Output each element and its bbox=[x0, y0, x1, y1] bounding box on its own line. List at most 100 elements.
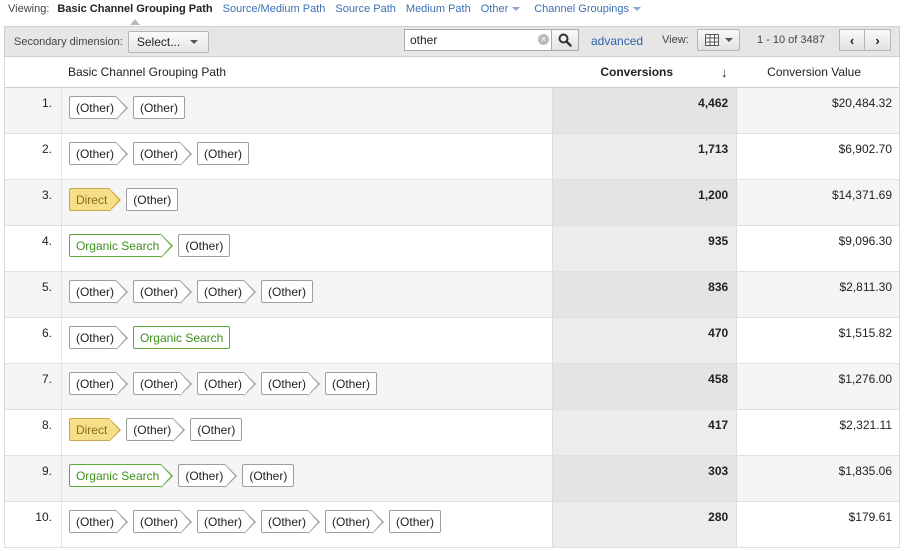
path-step-chip: (Other) bbox=[126, 418, 186, 442]
path-step-chip: (Other) bbox=[132, 372, 193, 396]
row-index: 8. bbox=[5, 410, 62, 455]
path-step-chip: Organic Search bbox=[68, 464, 174, 488]
path-step-chip: (Other) bbox=[261, 510, 321, 534]
path-step-chip: (Other) bbox=[325, 510, 385, 534]
conversion-path: (Other) (Other) (Other) (Other) (Other) bbox=[62, 364, 552, 409]
pagination: ‹ › bbox=[839, 29, 891, 51]
select-label: Select... bbox=[136, 34, 181, 49]
path-step-chip: (Other) bbox=[196, 280, 257, 304]
table-row: 9. Organic Search (Other) (Other) 303 $1,835.… bbox=[5, 456, 899, 502]
tab-label: Other bbox=[480, 3, 509, 15]
viewing-bar: Viewing: Basic Channel Grouping Path Sou… bbox=[0, 0, 904, 26]
conversion-value-cell: $9,096.30 bbox=[838, 234, 892, 248]
path-step-chip: (Other) bbox=[68, 372, 128, 396]
path-step-chip: (Other) bbox=[132, 510, 193, 534]
conversion-path: Direct (Other) bbox=[62, 180, 552, 225]
conversions-cell: 1,713 bbox=[552, 134, 738, 179]
table-header: Basic Channel Grouping Path Conversions … bbox=[5, 57, 899, 88]
pagination-range: 1 - 10 of 3487 bbox=[757, 34, 825, 46]
secondary-dimension-select[interactable]: Select... bbox=[127, 30, 209, 53]
tab-label: Medium Path bbox=[405, 3, 471, 15]
conversion-path: Organic Search (Other) (Other) bbox=[62, 456, 552, 501]
conversions-cell: 417 bbox=[552, 410, 738, 455]
table-row: 6. (Other) Organic Search 470 $1,515.82 bbox=[5, 318, 899, 364]
path-step-chip: (Other) bbox=[132, 280, 193, 304]
conversion-path: (Other) (Other) bbox=[62, 88, 552, 133]
row-index: 6. bbox=[5, 318, 62, 363]
path-step-chip: Direct bbox=[68, 418, 122, 442]
conversions-cell: 280 bbox=[552, 502, 738, 547]
tab-source-path[interactable]: Source Path bbox=[335, 2, 396, 15]
path-step-chip: (Other) bbox=[242, 464, 295, 487]
conversion-value-cell: $14,371.69 bbox=[831, 188, 892, 202]
view-mode-select[interactable] bbox=[697, 29, 740, 51]
tab-source-medium-path[interactable]: Source/Medium Path bbox=[223, 2, 326, 15]
tab-label: Basic Channel Grouping Path bbox=[57, 3, 213, 15]
path-step-chip: (Other) bbox=[68, 510, 128, 534]
table-body: 1. (Other) (Other) 4,462 $20,484.32 2. (Other)… bbox=[5, 88, 899, 548]
chevron-down-icon bbox=[724, 38, 733, 42]
chevron-down-icon bbox=[633, 7, 642, 11]
conversions-cell: 935 bbox=[552, 226, 738, 271]
header-conversions-label: Conversions bbox=[600, 65, 674, 79]
path-step-chip: (Other) bbox=[196, 372, 257, 396]
conversion-path: (Other) (Other) (Other) (Other) bbox=[62, 272, 552, 317]
tab-label: Source/Medium Path bbox=[222, 3, 326, 15]
row-index: 1. bbox=[5, 88, 62, 133]
advanced-filter-link[interactable]: advanced bbox=[591, 34, 643, 48]
path-step-chip: (Other) bbox=[126, 188, 179, 211]
conversion-value-cell: $1,276.00 bbox=[838, 372, 892, 386]
conversion-value-cell: $2,811.30 bbox=[839, 280, 893, 294]
header-conversions[interactable]: Conversions ↓ bbox=[552, 65, 737, 80]
path-step-chip: (Other) bbox=[196, 142, 249, 165]
conversion-path: Organic Search (Other) bbox=[62, 226, 552, 271]
table-toolbar: Secondary dimension: Select... × advance… bbox=[4, 26, 900, 57]
row-index: 3. bbox=[5, 180, 62, 225]
row-index: 7. bbox=[5, 364, 62, 409]
path-step-chip: Organic Search bbox=[132, 326, 231, 349]
path-step-chip: (Other) bbox=[190, 418, 243, 441]
conversions-cell: 4,462 bbox=[552, 88, 738, 133]
tab-label: Source Path bbox=[335, 3, 396, 15]
tab-medium-path[interactable]: Medium Path bbox=[406, 2, 471, 15]
tab-other-dropdown[interactable]: Other bbox=[481, 2, 521, 15]
header-conversion-value[interactable]: Conversion Value bbox=[737, 65, 899, 79]
header-path[interactable]: Basic Channel Grouping Path bbox=[62, 65, 552, 79]
next-page-button[interactable]: › bbox=[865, 29, 891, 51]
search-input[interactable] bbox=[404, 29, 552, 51]
tab-channel-groupings-dropdown[interactable]: Channel Groupings bbox=[534, 2, 642, 15]
table-row: 5. (Other) (Other) (Other) (Other) 836 $2,811.… bbox=[5, 272, 899, 318]
path-step-chip: (Other) bbox=[389, 510, 442, 533]
table-row: 7. (Other) (Other) (Other) (Other) (Other) 458… bbox=[5, 364, 899, 410]
conversion-value-cell: $1,515.82 bbox=[838, 326, 892, 340]
path-step-chip: (Other) bbox=[68, 280, 128, 304]
path-step-chip: (Other) bbox=[132, 142, 193, 166]
path-step-chip: (Other) bbox=[68, 142, 128, 166]
conversions-cell: 470 bbox=[552, 318, 738, 363]
table-row: 2. (Other) (Other) (Other) 1,713 $6,902.70 bbox=[5, 134, 899, 180]
conversion-value-cell: $1,835.06 bbox=[838, 464, 892, 478]
search-button[interactable] bbox=[552, 29, 579, 51]
path-step-chip: (Other) bbox=[261, 372, 321, 396]
table-row: 4. Organic Search (Other) 935 $9,096.30 bbox=[5, 226, 899, 272]
conversion-value-cell: $179.61 bbox=[848, 510, 892, 524]
table-grid-icon bbox=[704, 34, 719, 46]
row-index: 10. bbox=[5, 502, 62, 547]
path-step-chip: Organic Search bbox=[68, 234, 174, 258]
clear-search-icon[interactable]: × bbox=[538, 34, 549, 45]
conversion-value-cell: $2,321.11 bbox=[839, 418, 893, 432]
table-row: 3. Direct (Other) 1,200 $14,371.69 bbox=[5, 180, 899, 226]
viewing-label: Viewing: bbox=[8, 3, 50, 15]
row-index: 5. bbox=[5, 272, 62, 317]
path-step-chip: (Other) bbox=[68, 326, 128, 350]
conversions-cell: 458 bbox=[552, 364, 738, 409]
path-step-chip: (Other) bbox=[132, 96, 185, 119]
view-label: View: bbox=[662, 34, 689, 46]
path-step-chip: (Other) bbox=[196, 510, 257, 534]
previous-page-button[interactable]: ‹ bbox=[839, 29, 865, 51]
tab-basic-channel-grouping-path[interactable]: Basic Channel Grouping Path bbox=[57, 2, 213, 25]
sort-descending-icon[interactable]: ↓ bbox=[721, 65, 728, 80]
path-step-chip: (Other) bbox=[68, 96, 128, 120]
table-row: 8. Direct (Other) (Other) 417 $2,321.11 bbox=[5, 410, 899, 456]
row-index: 9. bbox=[5, 456, 62, 501]
